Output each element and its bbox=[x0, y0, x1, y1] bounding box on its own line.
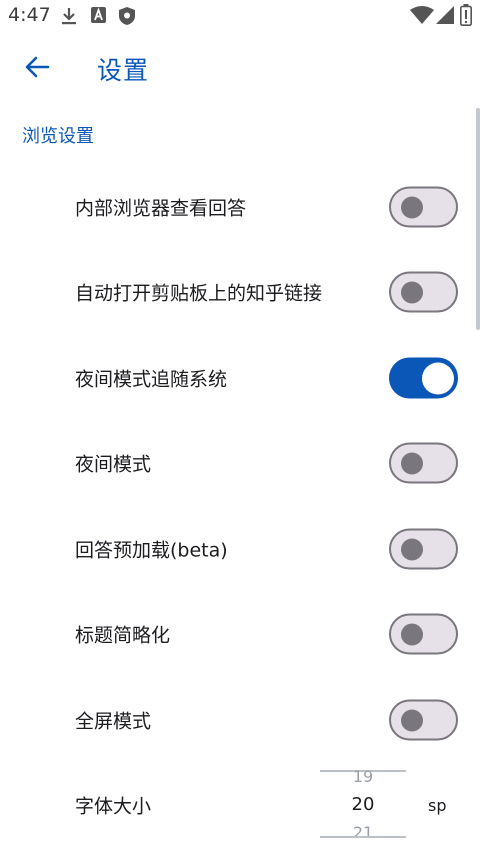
switch-toggle[interactable] bbox=[389, 271, 458, 313]
wifi-icon bbox=[410, 6, 434, 28]
pref-label: 回答预加载(beta) bbox=[75, 539, 228, 562]
shield-icon bbox=[118, 6, 136, 30]
switch-thumb bbox=[401, 196, 423, 218]
pref-label: 夜间模式追随系统 bbox=[75, 368, 228, 391]
app-bar: 设置 bbox=[0, 40, 480, 98]
pref-preload[interactable]: 回答预加载(beta) bbox=[0, 506, 476, 592]
switch-toggle[interactable] bbox=[389, 442, 458, 484]
switch-toggle[interactable] bbox=[389, 186, 458, 228]
a-box-icon bbox=[90, 6, 107, 28]
picker-current-value[interactable]: 20 bbox=[320, 794, 406, 815]
pref-clipboard-link[interactable]: 自动打开剪贴板上的知乎链接 bbox=[0, 249, 476, 335]
font-size-picker[interactable]: 19 20 21 bbox=[320, 767, 406, 842]
picker-divider-bottom bbox=[320, 836, 406, 838]
page-title: 设置 bbox=[97, 56, 150, 85]
battery-icon bbox=[460, 4, 472, 30]
switch-thumb bbox=[401, 452, 423, 474]
signal-icon bbox=[436, 5, 454, 29]
back-button[interactable] bbox=[14, 46, 60, 92]
switch-thumb bbox=[401, 623, 423, 645]
switch-thumb bbox=[401, 709, 423, 731]
status-bar: 4:47 bbox=[0, 0, 480, 32]
arrow-back-icon bbox=[24, 55, 50, 83]
switch-toggle[interactable] bbox=[389, 699, 458, 741]
pref-fullscreen[interactable]: 全屏模式 bbox=[0, 677, 476, 763]
pref-label: 字体大小 bbox=[75, 795, 152, 818]
pref-simplify-title[interactable]: 标题简略化 bbox=[0, 591, 476, 677]
picker-prev-value[interactable]: 19 bbox=[320, 767, 406, 786]
download-icon bbox=[60, 6, 78, 30]
switch-toggle[interactable] bbox=[389, 357, 458, 399]
pref-night-follow-system[interactable]: 夜间模式追随系统 bbox=[0, 335, 476, 421]
switch-thumb bbox=[422, 362, 454, 394]
switch-thumb bbox=[401, 281, 423, 303]
switch-toggle[interactable] bbox=[389, 613, 458, 655]
status-time: 4:47 bbox=[8, 4, 51, 26]
picker-next-value[interactable]: 21 bbox=[320, 823, 406, 842]
section-header: 浏览设置 bbox=[22, 126, 94, 147]
pref-night-mode[interactable]: 夜间模式 bbox=[0, 420, 476, 506]
scrollbar[interactable] bbox=[476, 108, 480, 330]
switch-thumb bbox=[401, 538, 423, 560]
pref-label: 标题简略化 bbox=[75, 624, 171, 647]
font-size-unit: sp bbox=[428, 796, 447, 815]
pref-label: 夜间模式 bbox=[75, 453, 152, 476]
switch-toggle[interactable] bbox=[389, 528, 458, 570]
pref-label: 内部浏览器查看回答 bbox=[75, 197, 247, 220]
pref-label: 自动打开剪贴板上的知乎链接 bbox=[75, 282, 323, 305]
pref-label: 全屏模式 bbox=[75, 710, 152, 733]
pref-internal-browser[interactable]: 内部浏览器查看回答 bbox=[0, 164, 476, 250]
